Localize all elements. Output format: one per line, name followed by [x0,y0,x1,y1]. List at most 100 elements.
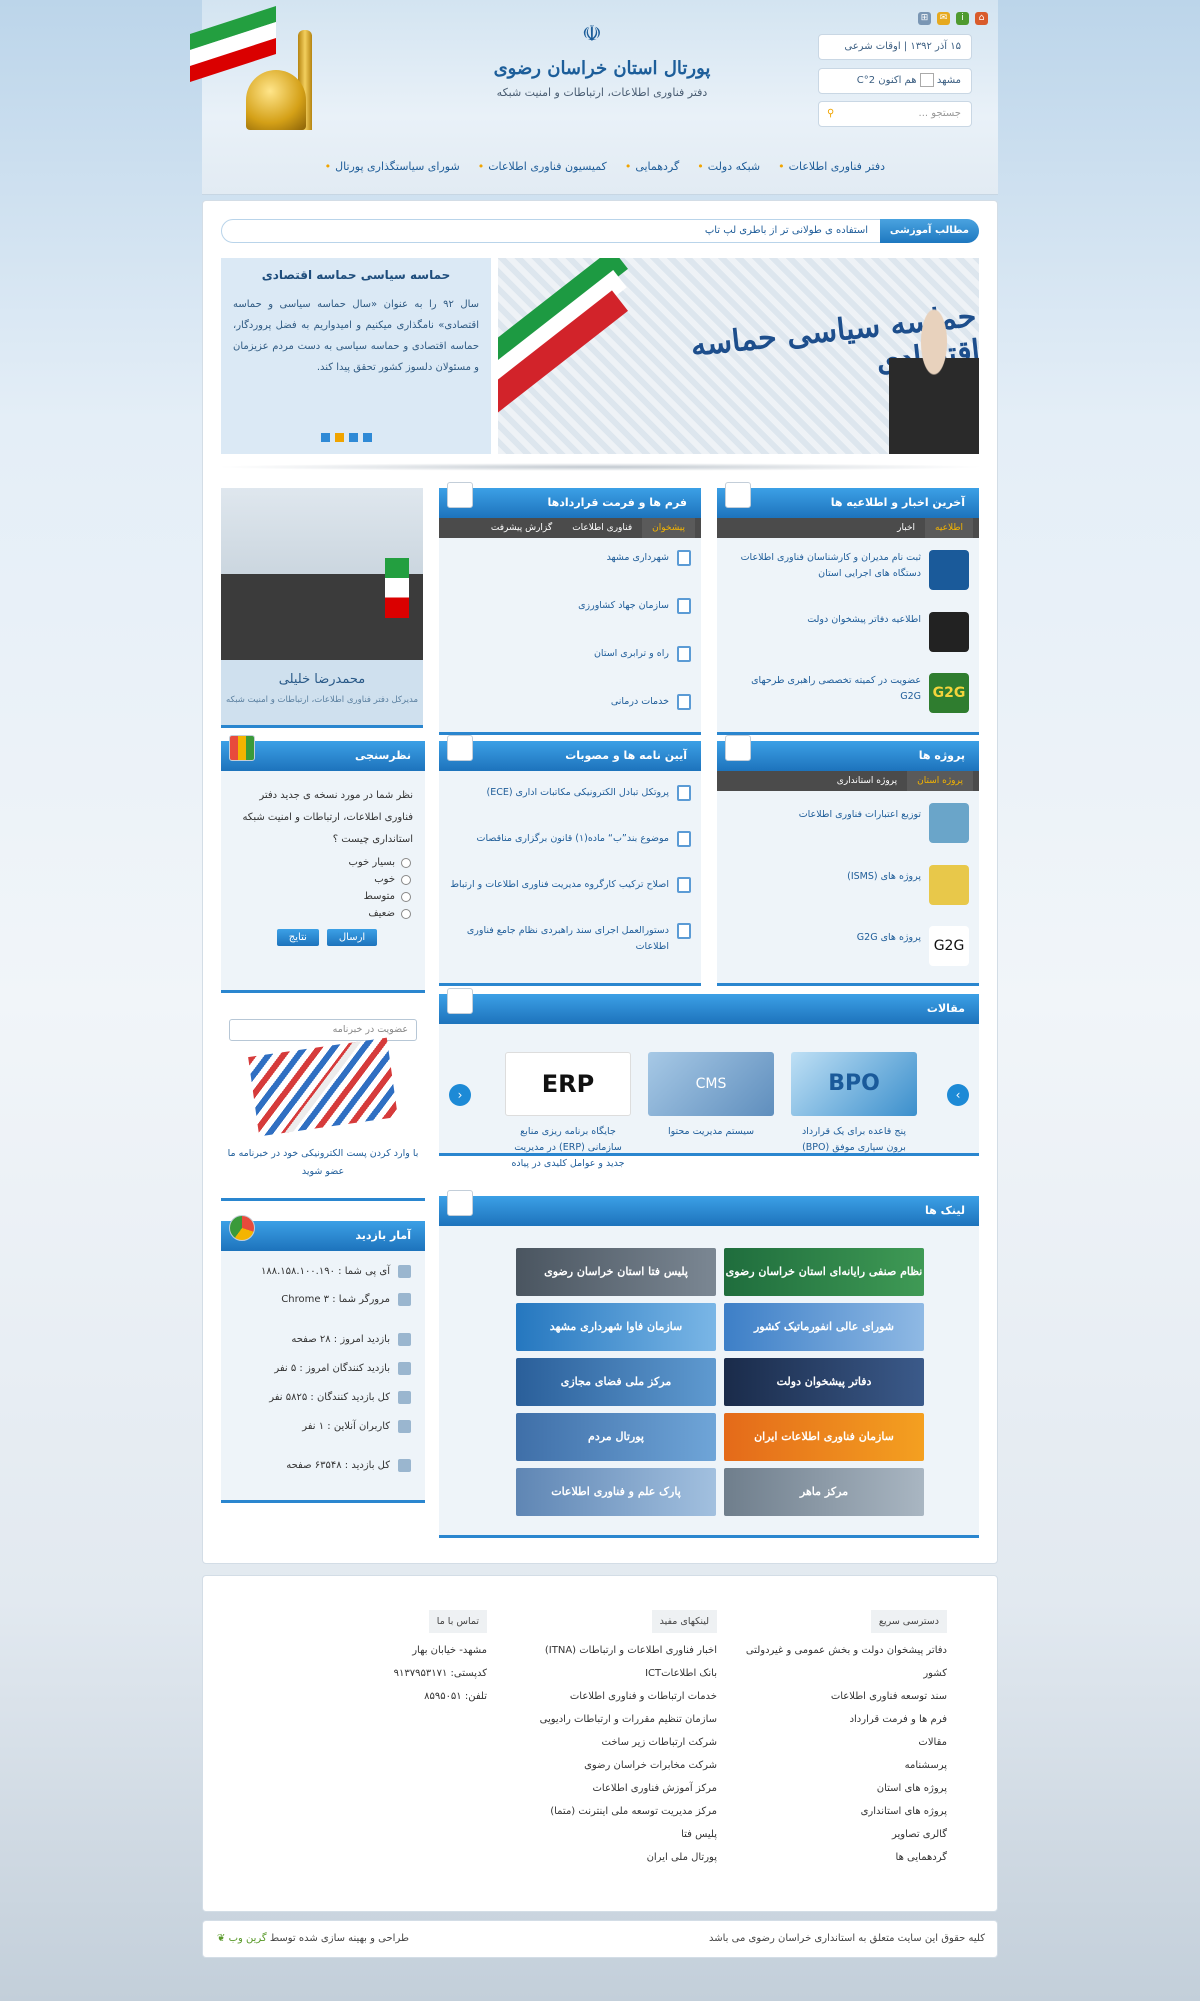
tab-announcements[interactable]: اطلاعیه [925,518,973,538]
newsletter-input[interactable]: عضویت در خبرنامه [229,1019,417,1041]
slide-heading[interactable]: حماسه سیاسی حماسه اقتصادی [233,268,479,282]
form-item[interactable]: خدمات درمانی [611,694,691,710]
footer-link[interactable]: خدمات ارتباطات و فناوری اطلاعات [497,1685,717,1708]
project-item[interactable]: G2G پروژه های G2G [731,926,969,966]
slide-dot[interactable] [321,433,330,442]
footer-link[interactable]: مرکز مدیریت توسعه ملی اینترنت (متما) [497,1800,717,1823]
tab-pishkhan[interactable]: پیشخوان [642,518,695,538]
footer-link[interactable]: پروژه های استان [727,1777,947,1800]
link-banner[interactable]: سازمان فناوری اطلاعات ایران [724,1413,924,1461]
footer-link[interactable]: مقالات [727,1731,947,1754]
form-item[interactable]: شهرداری مشهد [607,550,691,566]
poll-option[interactable]: بسیار خوب [235,857,411,868]
link-banner[interactable]: سازمان فاوا شهرداری مشهد [516,1303,716,1351]
tab-province-projects[interactable]: پروژه استان [907,771,973,791]
sharia-link[interactable]: اوقات شرعی [844,41,900,52]
footer-link[interactable]: پلیس فتا [497,1823,717,1846]
footer-link[interactable]: سازمان تنظیم مقررات و ارتباطات رادیویی [497,1708,717,1731]
slide-image[interactable]: حماسه سیاسی حماسه اقتصادی [498,258,979,454]
footer-link[interactable]: بانک اطلاعاتICT [497,1662,717,1685]
footer-link[interactable]: شرکت مخابرات خراسان رضوی [497,1754,717,1777]
search-input[interactable]: جستجو ... ⚲ [818,101,972,127]
search-icon[interactable]: ⚲ [827,102,834,126]
radio-icon[interactable] [401,908,411,919]
link-banner[interactable]: مرکز ملی فضای مجازی [516,1358,716,1406]
link-banner[interactable]: پورتال مردم [516,1413,716,1461]
project-item[interactable]: پروژه های (ISMS) [731,865,969,905]
regulation-item[interactable]: موضوع بند”ب“ ماده(۱) قانون برگزاری مناقص… [449,831,691,847]
slide-dot[interactable] [363,433,372,442]
nav-item-meetings[interactable]: گردهمایی [625,160,679,173]
next-arrow-icon[interactable]: › [947,1084,969,1106]
site-logo-title[interactable]: پورتال استان خراسان رضوی [492,58,712,79]
footer-link[interactable]: دفاتر پیشخوان دولت و بخش عمومی و غیردولت… [727,1639,947,1685]
slide-dots [321,433,372,442]
poll-submit-button[interactable]: ارسال [326,929,378,946]
news-item[interactable]: G2G عضویت در کمیته تخصصی راهبری طرحهای G2… [731,673,969,713]
pie-chart-icon [229,1215,255,1241]
article-image-erp[interactable]: ERP [505,1052,631,1116]
nav-item-it-commission[interactable]: کمیسیون فناوری اطلاعات [478,160,607,173]
tab-governorate-projects[interactable]: پروژه استانداری [827,771,907,791]
tab-it[interactable]: فناوری اطلاعات [562,518,642,538]
poll-results-button[interactable]: نتایج [276,929,319,946]
article-card[interactable]: BPO پنج قاعده برای یک قرارداد برون سپاری… [791,1052,917,1156]
nav-item-it-office[interactable]: دفتر فناوری اطلاعات [778,160,885,173]
regulation-item[interactable]: پروتکل تبادل الکترونیکی مکاتبات اداری (E… [449,785,691,801]
poll-panel: نظرسنجی نظر شما در مورد نسخه ی جدید دفتر… [221,735,425,993]
form-item[interactable]: راه و ترابری استان [594,646,691,662]
article-image-cms[interactable]: CMS [648,1052,774,1116]
credit-brand-link[interactable]: گرین وب [229,1933,267,1944]
footer-link[interactable]: شرکت ارتباطات زیر ساخت [497,1731,717,1754]
director-name[interactable]: محمدرضا خلیلی [221,672,423,687]
regulation-item[interactable]: اصلاح ترکیب کارگروه مدیریت فناوری اطلاعا… [449,877,691,893]
footer-link[interactable]: سند توسعه فناوری اطلاعات [727,1685,947,1708]
footer-link[interactable]: فرم ها و فرمت قرارداد [727,1708,947,1731]
news-item[interactable]: ثبت نام مدیران و کارشناسان فناوری اطلاعا… [731,550,969,590]
link-banner[interactable]: دفاتر پیشخوان دولت [724,1358,924,1406]
footer-link[interactable]: پروژه های استانداری [727,1800,947,1823]
footer-link[interactable]: پورتال ملی ایران [497,1846,717,1869]
home-icon[interactable]: ⌂ [975,12,988,25]
article-image-bpo[interactable]: BPO [791,1052,917,1116]
regulation-item[interactable]: دستورالعمل اجرای سند راهبردی نظام جامع ف… [449,923,691,955]
footer-link[interactable]: گردهمایی ها [727,1846,947,1869]
article-card[interactable]: ERP جایگاه برنامه ریزی منابع سازمانی (ER… [505,1052,631,1172]
footer-link[interactable]: گالری تصاویر [727,1823,947,1846]
info-icon[interactable]: i [956,12,969,25]
project-item[interactable]: توزیع اعتبارات فناوری اطلاعات [731,803,969,843]
link-banner[interactable]: پارک علم و فناوری اطلاعات [516,1468,716,1516]
footer-link[interactable]: اخبار فناوری اطلاعات و ارتباطات (ITNA) [497,1639,717,1662]
sitemap-icon[interactable]: ⊞ [918,12,931,25]
link-banner[interactable]: مرکز ماهر [724,1468,924,1516]
tab-news[interactable]: اخبار [887,518,925,538]
ticker-text[interactable]: استفاده ی طولانی تر از باطری لپ تاپ [705,220,868,242]
nav-item-gov-network[interactable]: شبکه دولت [697,160,760,173]
prev-arrow-icon[interactable]: ‹ [449,1084,471,1106]
city-name[interactable]: مشهد [937,75,961,86]
mail-icon[interactable]: ✉ [937,12,950,25]
poll-option[interactable]: متوسط [235,891,411,902]
footer-link[interactable]: مرکز آموزش فناوری اطلاعات [497,1777,718,1800]
slide-dot[interactable] [335,433,344,442]
article-card[interactable]: CMS سیستم مدیریت محتوا [648,1052,774,1140]
footer-link[interactable]: پرسشنامه [727,1754,947,1777]
news-panel: آخرین اخبار و اطلاعیه ها اطلاعیه اخبار ثب… [717,482,979,735]
radio-icon[interactable] [401,857,411,868]
radio-icon[interactable] [401,874,411,885]
news-ticker: مطالب آموزشی استفاده ی طولانی تر از باطر… [221,219,979,243]
slide-dot[interactable] [349,433,358,442]
document-icon [677,550,691,566]
form-item[interactable]: سازمان جهاد کشاورزی [578,598,691,614]
poll-option[interactable]: خوب [235,874,411,885]
nav-item-portal-council[interactable]: شورای سیاستگذاری پورتال [325,160,460,173]
radio-icon[interactable] [401,891,411,902]
link-banner[interactable]: شورای عالی انفورماتیک کشور [724,1303,924,1351]
poll-option[interactable]: ضعیف [235,908,411,919]
visitors-icon [398,1391,411,1404]
link-banner[interactable]: پلیس فتا استان خراسان رضوی [516,1248,716,1296]
link-banner[interactable]: نظام صنفی رایانه‌ای استان خراسان رضوی [724,1248,924,1296]
newsletter-text: با وارد کردن پست الکترونیکی خود در خبرنا… [227,1148,419,1177]
tab-progress-report[interactable]: گزارش پیشرفت [481,518,562,538]
news-item[interactable]: اطلاعیه دفاتر پیشخوان دولت [731,612,969,652]
